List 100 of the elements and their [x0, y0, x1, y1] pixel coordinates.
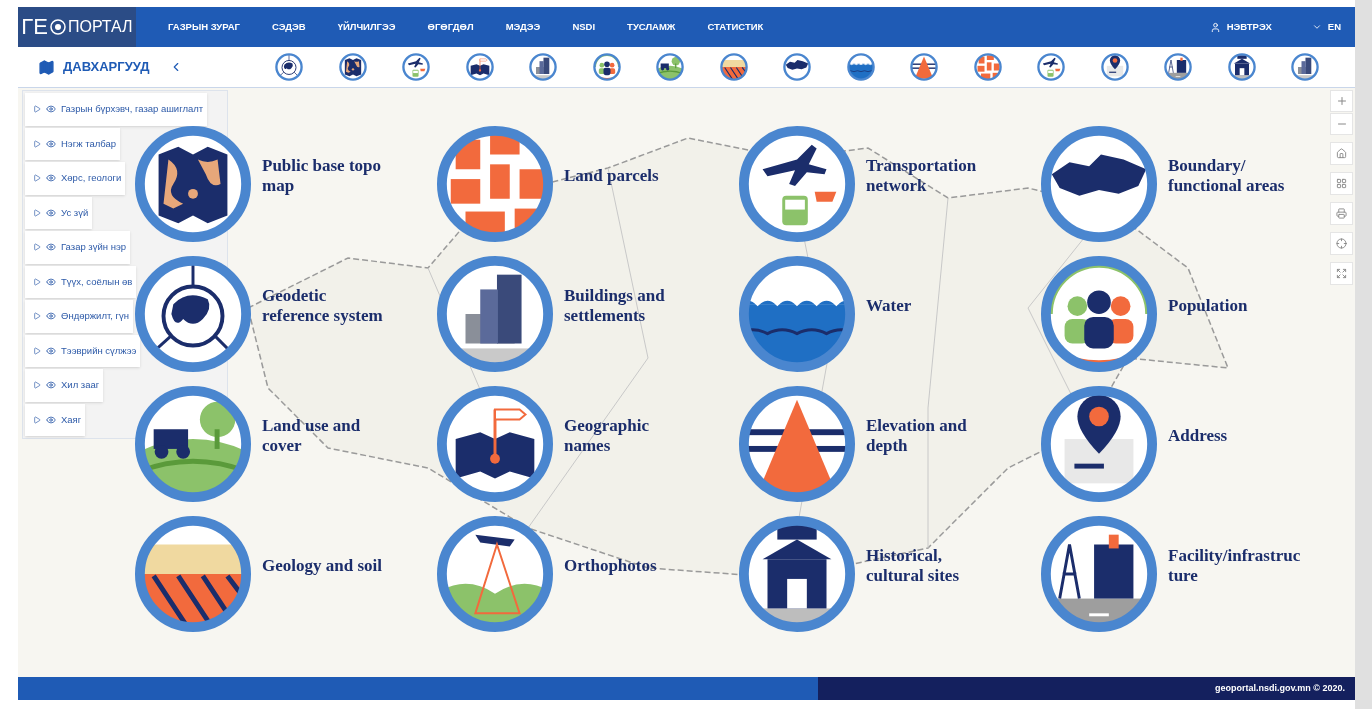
- theme-label[interactable]: Water: [866, 296, 912, 316]
- layer-item[interactable]: Хил зааг: [25, 369, 104, 402]
- layer-item[interactable]: Хөрс, геологи: [25, 162, 126, 195]
- people-icon: [1040, 255, 1158, 373]
- nav-link[interactable]: ӨГӨГДӨЛ: [411, 19, 490, 35]
- theme-shortcut[interactable]: [465, 53, 494, 81]
- theme-shortcut[interactable]: [1164, 53, 1193, 81]
- theme-shortcut[interactable]: [275, 53, 304, 81]
- printer-icon: [1336, 208, 1347, 219]
- layer-item[interactable]: Нэгж талбар: [25, 127, 121, 160]
- home-button[interactable]: [1330, 142, 1353, 165]
- theme-label[interactable]: Orthophotos: [564, 556, 657, 576]
- layer-label: Ус зүй: [61, 205, 89, 220]
- layer-item[interactable]: Газар зүйн нэр: [25, 231, 131, 264]
- layer-label: Хил зааг: [61, 378, 100, 393]
- waves-icon: [738, 255, 856, 373]
- nav-link[interactable]: ГАЗРЫН ЗУРАГ: [152, 19, 256, 35]
- theme-shortcut-icon: [1037, 53, 1066, 81]
- theme-shortcut[interactable]: [656, 53, 685, 81]
- nav-link[interactable]: СЭДЭВ: [256, 19, 322, 35]
- user-icon: [1209, 21, 1221, 33]
- grid-icon: [1336, 178, 1347, 189]
- country-map-icon: [1040, 125, 1158, 243]
- nav-link[interactable]: ТУСЛАМЖ: [611, 19, 692, 35]
- crosshair-icon: [1336, 238, 1347, 249]
- theme-label[interactable]: Buildings and settlements: [564, 286, 665, 326]
- theme-shortcut-icon: [465, 53, 494, 81]
- theme-shortcut[interactable]: [1227, 53, 1256, 81]
- nav-link[interactable]: СТАТИСТИК: [691, 19, 780, 35]
- nav-link[interactable]: ҮЙЛЧИЛГЭЭ: [321, 19, 412, 35]
- theme-label[interactable]: Facility/infrastruc ture: [1168, 546, 1301, 586]
- theme-shortcut[interactable]: [529, 53, 558, 81]
- plane-icon: [738, 125, 856, 243]
- theme-shortcut-icon: [973, 53, 1002, 81]
- drone-icon: [436, 515, 554, 633]
- theme-shortcut-icon: [1227, 53, 1256, 81]
- tractor-icon: [134, 385, 252, 503]
- theme-label[interactable]: Geographic names: [564, 416, 649, 456]
- theme-shortcut-icon: [402, 53, 431, 81]
- login-link[interactable]: НЭВТРЭХ: [1226, 19, 1272, 35]
- theme-label[interactable]: Boundary/ functional areas: [1168, 156, 1285, 196]
- globe-icon: [49, 19, 66, 35]
- theme-label[interactable]: Address: [1168, 426, 1228, 446]
- layer-label: Хөрс, геологи: [61, 171, 122, 186]
- layers-title: ДАВХАРГУУД: [63, 58, 150, 77]
- theme-label[interactable]: Population: [1168, 296, 1248, 316]
- language-selector[interactable]: EN: [1327, 19, 1341, 35]
- theme-label[interactable]: Geodetic reference system: [262, 286, 383, 326]
- layer-label: Нэгж талбар: [61, 136, 117, 151]
- theme-shortcut-icon: [719, 53, 748, 81]
- theme-label[interactable]: Public base topo map: [262, 156, 382, 196]
- layer-label: Тээврийн сүлжээ: [61, 343, 137, 358]
- theme-label[interactable]: Historical, cultural sites: [866, 546, 960, 586]
- theme-shortcut[interactable]: [846, 53, 875, 81]
- theme-label[interactable]: Transportation network: [866, 156, 977, 196]
- parcels-icon: [436, 125, 554, 243]
- layer-item[interactable]: Түүх, соёлын өв: [25, 265, 137, 298]
- soil-layers-icon: [134, 515, 252, 633]
- theme-shortcut-icon: [846, 53, 875, 81]
- layer-item[interactable]: Өндөржилт, гүн: [25, 300, 133, 333]
- signpost-icon: [436, 385, 554, 503]
- logo[interactable]: ГЕ ПОРТАЛ: [18, 7, 136, 47]
- theme-shortcut[interactable]: [910, 53, 939, 81]
- theme-label[interactable]: Land use and cover: [262, 416, 361, 456]
- theme-shortcut[interactable]: [402, 53, 431, 81]
- map-icon: [38, 58, 55, 76]
- basemap-button[interactable]: [1330, 172, 1353, 195]
- layer-label: Түүх, соёлын өв: [61, 274, 133, 289]
- theme-shortcut-icon: [1164, 53, 1193, 81]
- layer-item[interactable]: Хаяг: [25, 403, 86, 436]
- theme-shortcut[interactable]: [1037, 53, 1066, 81]
- theme-shortcut[interactable]: [1100, 53, 1129, 81]
- chevron-down-icon: [1311, 22, 1322, 32]
- theme-label[interactable]: Geology and soil: [262, 556, 382, 576]
- theme-shortcut-icon: [1291, 53, 1320, 81]
- fullscreen-button[interactable]: [1330, 262, 1353, 285]
- layer-item[interactable]: Ус зүй: [25, 196, 93, 229]
- theme-label[interactable]: Elevation and depth: [866, 416, 967, 456]
- theme-shortcut[interactable]: [1291, 53, 1320, 81]
- plus-icon: [1335, 95, 1348, 107]
- theme-shortcut-icon: [910, 53, 939, 81]
- layer-item[interactable]: Тээврийн сүлжээ: [25, 334, 141, 367]
- theme-shortcut[interactable]: [592, 53, 621, 81]
- layer-label: Хаяг: [61, 412, 82, 427]
- home-icon: [1336, 148, 1347, 159]
- theme-shortcut[interactable]: [719, 53, 748, 81]
- theme-shortcut[interactable]: [783, 53, 812, 81]
- layer-label: Газар зүйн нэр: [61, 240, 127, 255]
- map-pin-icon: [1040, 385, 1158, 503]
- nav-link[interactable]: МЭДЭЭ: [489, 19, 557, 35]
- theme-shortcut[interactable]: [338, 53, 367, 81]
- layer-item[interactable]: Газрын бүрхэвч, газар ашиглалт: [25, 93, 208, 126]
- nav-link[interactable]: NSDI: [556, 19, 612, 35]
- theme-shortcut-icon: [338, 53, 367, 81]
- buildings-icon: [436, 255, 554, 373]
- layer-label: Газрын бүрхэвч, газар ашиглалт: [61, 102, 204, 117]
- theme-label[interactable]: Land parcels: [564, 166, 659, 186]
- theme-shortcut-icon: [1100, 53, 1129, 81]
- layer-label: Өндөржилт, гүн: [61, 309, 129, 324]
- copyright-text: geoportal.nsdi.gov.mn © 2020.: [1215, 681, 1345, 695]
